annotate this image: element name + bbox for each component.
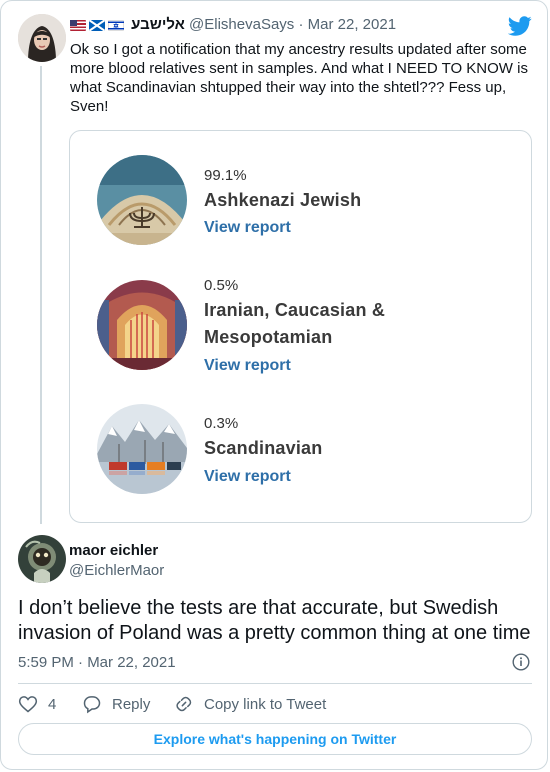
- explore-button[interactable]: Explore what's happening on Twitter: [18, 723, 532, 755]
- separator: ·: [298, 16, 304, 33]
- like-button[interactable]: 4: [18, 694, 56, 714]
- heart-icon: [18, 696, 38, 713]
- ancestry-percent: 0.3%: [204, 415, 239, 432]
- israel-flag-icon: [108, 19, 124, 31]
- view-report-link[interactable]: View report: [204, 219, 291, 237]
- reply-icon: [83, 696, 101, 714]
- reply-author-handle[interactable]: @EichlerMaor: [69, 562, 164, 579]
- view-report-link[interactable]: View report: [204, 357, 291, 375]
- copy-link-label: Copy link to Tweet: [204, 695, 327, 713]
- ancestry-region: Mesopotamian: [204, 327, 333, 347]
- ancestry-region: Iranian, Caucasian &: [204, 300, 386, 320]
- tweet-header: אלישבע @ElishevaSays · Mar 22, 2021: [70, 16, 396, 33]
- author-handle[interactable]: @ElishevaSays: [189, 16, 294, 33]
- harbor-image: [97, 404, 187, 494]
- view-report-link[interactable]: View report: [204, 468, 291, 486]
- reply-label: Reply: [112, 695, 151, 713]
- ancestry-percent: 0.5%: [204, 277, 239, 294]
- reply-author-avatar[interactable]: [18, 535, 66, 583]
- divider: [18, 683, 532, 684]
- reply-timestamp[interactable]: 5:59 PM · Mar 22, 2021: [18, 654, 176, 671]
- mosque-interior-image: [97, 280, 187, 370]
- tweet-text: Ok so I got a notification that my ances…: [70, 41, 528, 115]
- author-name[interactable]: אלישבע: [131, 16, 185, 33]
- author-avatar[interactable]: [18, 14, 66, 62]
- reply-button[interactable]: Reply: [82, 694, 150, 714]
- link-icon: [176, 696, 192, 712]
- scotland-flag-icon: [89, 19, 105, 31]
- like-count: 4: [48, 695, 57, 713]
- ancestry-region: Ashkenazi Jewish: [204, 190, 362, 210]
- reply-author-name[interactable]: maor eichler: [69, 542, 158, 559]
- reply-text: I don’t believe the tests are that accur…: [18, 597, 531, 644]
- ancestry-percent: 99.1%: [204, 167, 247, 184]
- copy-link-button[interactable]: Copy link to Tweet: [174, 694, 326, 714]
- twitter-bird-icon[interactable]: [508, 14, 532, 38]
- us-flag-icon: [70, 19, 86, 31]
- ancestry-region: Scandinavian: [204, 438, 323, 458]
- thread-line: [40, 66, 42, 524]
- ancestry-card[interactable]: 99.1% Ashkenazi Jewish View report 0.5%: [69, 130, 532, 523]
- synagogue-image: [97, 155, 187, 245]
- tweet-date[interactable]: Mar 22, 2021: [308, 16, 396, 33]
- info-icon[interactable]: [512, 653, 530, 671]
